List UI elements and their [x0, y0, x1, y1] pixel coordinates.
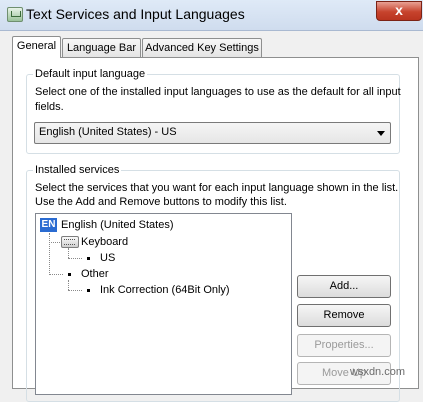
tree-item-keyboard[interactable]: Keyboard: [81, 235, 128, 250]
watermark: wsxdn.com: [350, 366, 406, 378]
chevron-down-icon[interactable]: [377, 131, 385, 136]
remove-button[interactable]: Remove: [297, 304, 391, 327]
tree-connector: [49, 274, 63, 275]
default-input-description-line1: Select one of the installed input langua…: [35, 86, 401, 98]
keyboard-icon: [61, 236, 79, 248]
tab-language-bar[interactable]: Language Bar: [62, 38, 141, 58]
default-input-description-line2: fields.: [35, 101, 64, 113]
default-input-language-legend: Default input language: [33, 68, 148, 81]
add-button[interactable]: Add...: [297, 275, 391, 298]
tree-connector: [68, 280, 69, 290]
window-title: Text Services and Input Languages: [26, 6, 245, 22]
bullet-icon: [87, 257, 90, 260]
text-services-app-icon: [7, 7, 23, 22]
language-badge-icon: EN: [40, 218, 57, 232]
close-button[interactable]: x: [376, 1, 422, 21]
tree-item-other[interactable]: Other: [81, 267, 109, 282]
installed-services-description-line2: Use the Add and Remove buttons to modify…: [35, 196, 287, 208]
tree-connector: [49, 242, 60, 243]
tree-item-language[interactable]: English (United States): [61, 218, 174, 233]
properties-button[interactable]: Properties...: [297, 334, 391, 357]
installed-services-legend: Installed services: [33, 164, 122, 177]
bullet-icon: [68, 273, 71, 276]
installed-services-description-line1: Select the services that you want for ea…: [35, 182, 399, 194]
tree-item-ink-correction[interactable]: Ink Correction (64Bit Only): [100, 283, 230, 298]
bullet-icon: [87, 289, 90, 292]
tree-item-keyboard-us[interactable]: US: [100, 251, 115, 266]
default-input-language-dropdown[interactable]: English (United States) - US: [34, 122, 391, 144]
tree-connector: [49, 233, 50, 275]
tab-advanced-key-settings[interactable]: Advanced Key Settings: [142, 38, 262, 58]
title-bar: Text Services and Input Languages x: [0, 0, 423, 31]
dropdown-selected-value: English (United States) - US: [39, 126, 177, 138]
tab-general[interactable]: General: [12, 36, 61, 58]
tree-connector: [68, 258, 82, 259]
tree-connector: [68, 290, 82, 291]
tree-connector: [68, 248, 69, 258]
